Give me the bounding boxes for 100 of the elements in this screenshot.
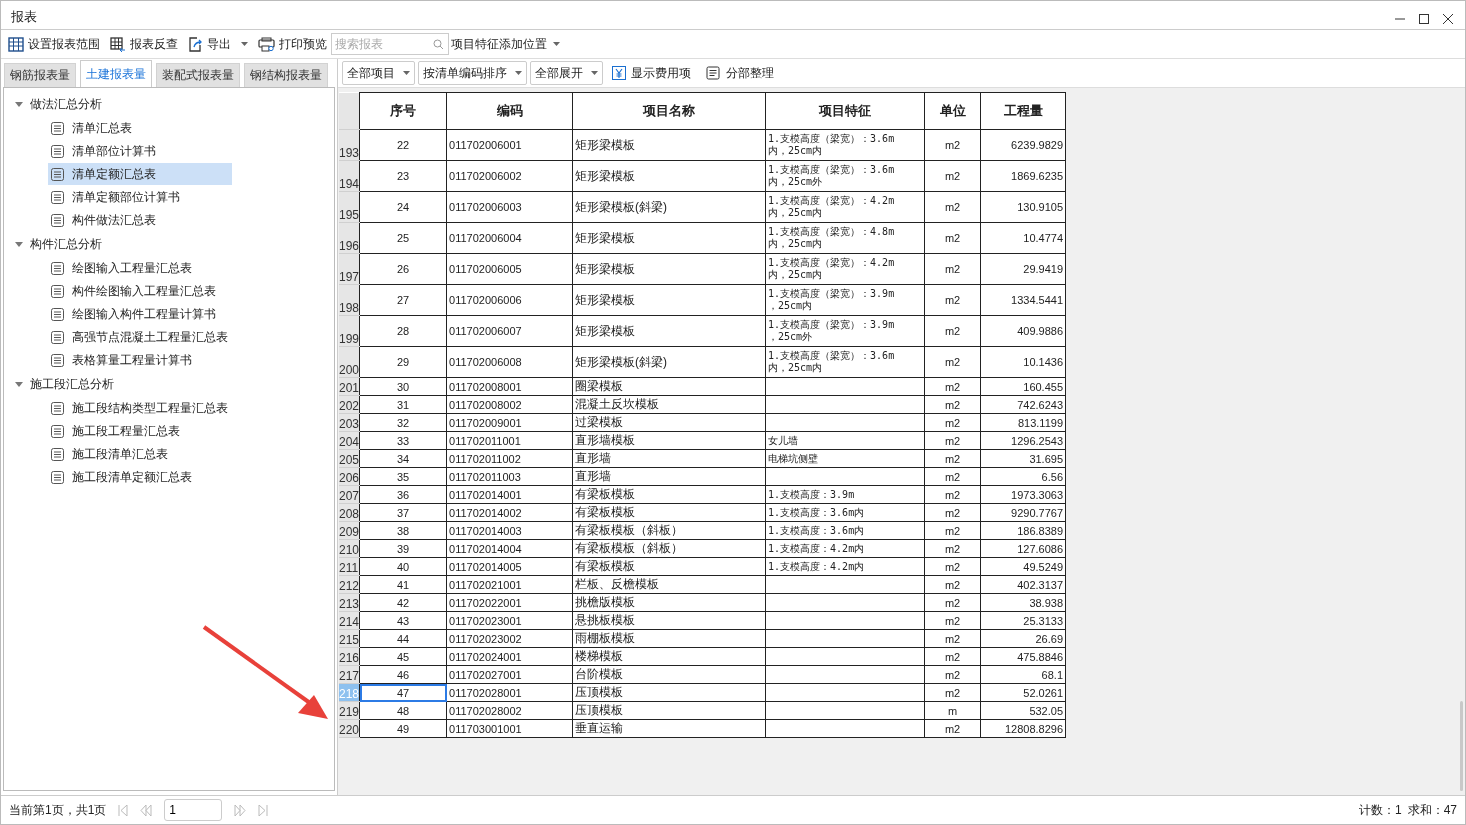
maximize-icon[interactable] — [1419, 14, 1429, 24]
expanded-arrow-icon[interactable] — [15, 241, 23, 247]
toolbar-button[interactable]: 报表反查 — [110, 35, 178, 53]
row-number[interactable]: 199 — [339, 315, 360, 347]
toolbar-button[interactable]: 设置报表范围 — [8, 35, 100, 53]
report-tab[interactable]: 土建报表量 — [80, 60, 152, 87]
table-cell: 22 — [359, 129, 447, 161]
tree-item[interactable]: 绘图输入构件工程量计算书 — [48, 303, 232, 325]
table-cell: 楼梯模板 — [572, 647, 766, 666]
filter-dropdown[interactable]: 全部项目 — [342, 61, 415, 85]
tree-item[interactable]: 高强节点混凝土工程量汇总表 — [48, 326, 232, 348]
table-cell: 402.3137 — [980, 575, 1066, 594]
search-field[interactable]: 搜索报表 — [331, 33, 449, 55]
table-cell: m2 — [924, 431, 981, 450]
table-cell: 011702006007 — [446, 315, 573, 347]
table-cell: m2 — [924, 160, 981, 192]
tree-item[interactable]: 清单部位计算书 — [48, 140, 232, 162]
table-cell: 011702027001 — [446, 665, 573, 684]
report-tab[interactable]: 钢筋报表量 — [4, 63, 76, 87]
page-field[interactable]: 1 — [164, 799, 223, 821]
table-cell: m2 — [924, 503, 981, 522]
tree-group-label[interactable]: 施工段汇总分析 — [30, 375, 114, 393]
filter-dropdown[interactable]: 按清单编码排序 — [418, 61, 527, 85]
document-icon — [51, 330, 64, 344]
table-cell: 011702006006 — [446, 284, 573, 316]
expanded-arrow-icon[interactable] — [15, 101, 23, 107]
toolbar-button[interactable]: 导出 — [188, 35, 248, 53]
table-cell: 6239.9829 — [980, 129, 1066, 161]
table-cell: m — [924, 701, 981, 720]
tree-item[interactable]: 绘图输入工程量汇总表 — [48, 257, 232, 279]
tree-group-label[interactable]: 构件汇总分析 — [30, 235, 102, 253]
table-cell: 33 — [359, 431, 447, 450]
table-cell-text: 内，25cm内 — [768, 362, 824, 374]
table-cell: m2 — [924, 611, 981, 630]
previous-page-icon[interactable] — [140, 804, 153, 816]
caret-icon — [515, 71, 522, 75]
table-cell: 52.0261 — [980, 683, 1066, 702]
table-cell: 1869.6235 — [980, 160, 1066, 192]
table-cell: 矩形梁模板 — [572, 160, 766, 192]
tree-item[interactable]: 施工段清单汇总表 — [48, 443, 232, 465]
table-cell: 23 — [359, 160, 447, 192]
tree-item[interactable]: 清单定额汇总表 — [48, 163, 232, 185]
tree-item[interactable]: 施工段工程量汇总表 — [48, 420, 232, 442]
table-cell: 011702014002 — [446, 503, 573, 522]
table-cell: 31.695 — [980, 449, 1066, 468]
last-page-icon[interactable] — [258, 804, 269, 816]
next-page-icon[interactable] — [234, 804, 247, 816]
column-header: 单位 — [924, 92, 981, 130]
table-cell: 011702028001 — [446, 683, 573, 702]
table-cell: 011702006005 — [446, 253, 573, 285]
toolbar-button[interactable]: 显示费用项 — [606, 64, 697, 82]
table-cell: m2 — [924, 629, 981, 648]
toolbar-button[interactable]: 分部整理 — [700, 64, 780, 82]
table-cell: 160.455 — [980, 377, 1066, 396]
row-number[interactable]: 200 — [339, 346, 360, 378]
table-cell-text: 1.支模高度：3.6m内 — [768, 524, 866, 537]
table-cell: m2 — [924, 647, 981, 666]
scrollbar-thumb[interactable] — [1460, 701, 1463, 791]
table-cell-text: 内，25cm内 — [768, 207, 824, 219]
tree-item[interactable]: 施工段结构类型工程量汇总表 — [48, 397, 232, 419]
tree-item[interactable]: 清单定额部位计算书 — [48, 186, 232, 208]
table-cell: 有梁板模板（斜板） — [572, 521, 766, 540]
table-cell: m2 — [924, 467, 981, 486]
table-cell: 011702022001 — [446, 593, 573, 612]
tree-item[interactable]: 清单汇总表 — [48, 117, 232, 139]
close-icon[interactable] — [1443, 14, 1453, 24]
column-header: 工程量 — [980, 92, 1066, 130]
minimize-icon[interactable] — [1395, 18, 1405, 20]
row-number[interactable]: 195 — [339, 191, 360, 223]
table-cell: 44 — [359, 629, 447, 648]
table-cell: 圈梁模板 — [572, 377, 766, 396]
sum-label: 求和：47 — [1407, 801, 1457, 819]
tree-item[interactable]: 构件绘图输入工程量汇总表 — [48, 280, 232, 302]
table-cell: 37 — [359, 503, 447, 522]
row-number[interactable]: 196 — [339, 222, 360, 254]
document-icon — [51, 261, 64, 275]
report-tab[interactable]: 钢结构报表量 — [244, 63, 328, 87]
row-number[interactable]: 193 — [339, 129, 360, 161]
row-number[interactable]: 197 — [339, 253, 360, 285]
toolbar-button[interactable]: 打印预览 — [258, 35, 327, 53]
table-cell: m2 — [924, 191, 981, 223]
table-cell: 011702028002 — [446, 701, 573, 720]
row-number[interactable]: 194 — [339, 160, 360, 192]
table-cell: 011702006003 — [446, 191, 573, 223]
table-cell: 011702006001 — [446, 129, 573, 161]
table-cell: 挑檐版模板 — [572, 593, 766, 612]
tree-item[interactable]: 施工段清单定额汇总表 — [48, 466, 232, 488]
tree-item[interactable]: 表格算量工程量计算书 — [48, 349, 232, 371]
position-dropdown[interactable]: 项目特征添加位置 — [451, 35, 560, 53]
tree-item[interactable]: 构件做法汇总表 — [48, 209, 232, 231]
row-number[interactable]: 198 — [339, 284, 360, 316]
table-cell: m2 — [924, 449, 981, 468]
expanded-arrow-icon[interactable] — [15, 381, 23, 387]
tree-group-label[interactable]: 做法汇总分析 — [30, 95, 102, 113]
table-cell: 011702021001 — [446, 575, 573, 594]
document-icon — [51, 447, 64, 461]
first-page-icon[interactable] — [118, 804, 129, 816]
report-tab[interactable]: 装配式报表量 — [156, 63, 240, 87]
filter-dropdown[interactable]: 全部展开 — [530, 61, 603, 85]
document-icon — [51, 167, 64, 181]
